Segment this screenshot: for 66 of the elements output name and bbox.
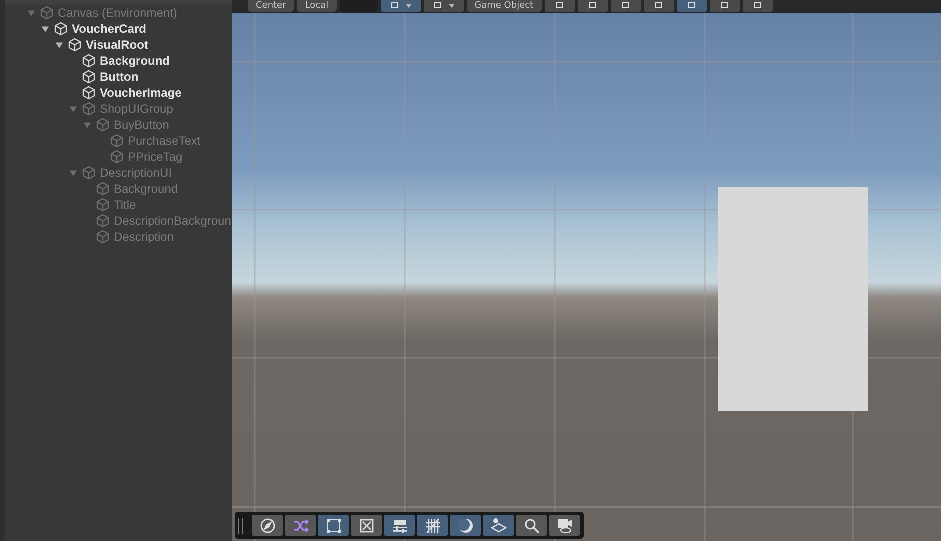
overlay-button[interactable] bbox=[318, 515, 349, 536]
cube-icon bbox=[82, 70, 96, 84]
compass-icon bbox=[260, 518, 276, 534]
hierarchy-item[interactable]: PPriceTag bbox=[128, 150, 183, 164]
cube-icon bbox=[68, 38, 82, 52]
hierarchy-item[interactable]: BuyButton bbox=[114, 118, 170, 132]
layers-icon bbox=[490, 518, 506, 534]
expand-arrow-icon[interactable] bbox=[55, 40, 64, 50]
tool-button[interactable] bbox=[544, 0, 575, 12]
hierarchy-item[interactable]: ShopUIGroup bbox=[100, 102, 174, 116]
cube-icon bbox=[110, 150, 124, 164]
cube-icon bbox=[96, 214, 110, 228]
crossed-box-icon bbox=[358, 518, 374, 534]
hierarchy-item[interactable]: VoucherImage bbox=[100, 86, 182, 100]
moon-icon bbox=[458, 518, 474, 534]
cube-icon bbox=[82, 166, 96, 180]
overlay-button[interactable] bbox=[483, 515, 514, 536]
hierarchy-item[interactable]: Canvas (Environment) bbox=[58, 6, 178, 20]
expand-arrow-icon[interactable] bbox=[41, 24, 50, 34]
cube-icon bbox=[96, 182, 110, 196]
dropdown[interactable]: Center bbox=[248, 0, 294, 12]
cube-icon bbox=[96, 230, 110, 244]
cube-icon bbox=[82, 86, 96, 100]
grip-icon[interactable] bbox=[238, 516, 244, 534]
cube-icon bbox=[82, 102, 96, 116]
tool-button[interactable] bbox=[610, 0, 641, 12]
cube-icon bbox=[110, 134, 124, 148]
camera-icon bbox=[556, 518, 572, 534]
tool-button[interactable] bbox=[644, 0, 674, 12]
cube-icon bbox=[54, 22, 68, 36]
tool-button[interactable] bbox=[424, 0, 464, 12]
hierarchy-item[interactable]: Button bbox=[100, 70, 139, 84]
dropdown[interactable]: Game Object bbox=[466, 0, 542, 12]
tool-button[interactable] bbox=[742, 0, 773, 12]
tool-button[interactable] bbox=[380, 0, 421, 12]
overlay-button[interactable] bbox=[252, 515, 283, 536]
hierarchy-item[interactable]: VisualRoot bbox=[86, 38, 148, 52]
search-icon bbox=[524, 518, 540, 534]
overlay-button[interactable] bbox=[351, 515, 382, 536]
tool-button[interactable] bbox=[676, 0, 707, 12]
overlay-button[interactable] bbox=[384, 515, 415, 536]
overlay-button[interactable] bbox=[417, 515, 448, 536]
overlay-button[interactable] bbox=[450, 515, 481, 536]
hierarchy-item[interactable]: Background bbox=[100, 54, 170, 68]
cube-icon bbox=[96, 198, 110, 212]
sliders-icon bbox=[392, 518, 408, 534]
tool-button[interactable] bbox=[578, 0, 608, 12]
tool-button[interactable] bbox=[710, 0, 740, 12]
hierarchy-item[interactable]: Background bbox=[114, 182, 178, 196]
hierarchy-item[interactable]: DescriptionUI bbox=[100, 166, 172, 180]
hierarchy-item[interactable]: PurchaseText bbox=[128, 134, 201, 148]
hierarchy-item[interactable]: DescriptionBackgroun bbox=[114, 214, 232, 228]
cube-icon bbox=[82, 54, 96, 68]
shuffle-icon bbox=[292, 518, 308, 534]
hierarchy-item[interactable]: Title bbox=[114, 198, 136, 212]
overlay-button[interactable] bbox=[285, 515, 316, 536]
cube-icon bbox=[96, 118, 110, 132]
overlay-button[interactable] bbox=[516, 515, 547, 536]
input-field[interactable] bbox=[340, 0, 378, 12]
hierarchy-item[interactable]: VoucherCard bbox=[72, 22, 146, 36]
hierarchy-item[interactable]: Description bbox=[114, 230, 174, 244]
overlay-button[interactable] bbox=[549, 515, 580, 536]
rect-select-icon bbox=[326, 518, 342, 534]
dropdown[interactable]: Local bbox=[297, 0, 337, 12]
cube-icon bbox=[40, 6, 54, 20]
grid-icon bbox=[424, 518, 440, 534]
